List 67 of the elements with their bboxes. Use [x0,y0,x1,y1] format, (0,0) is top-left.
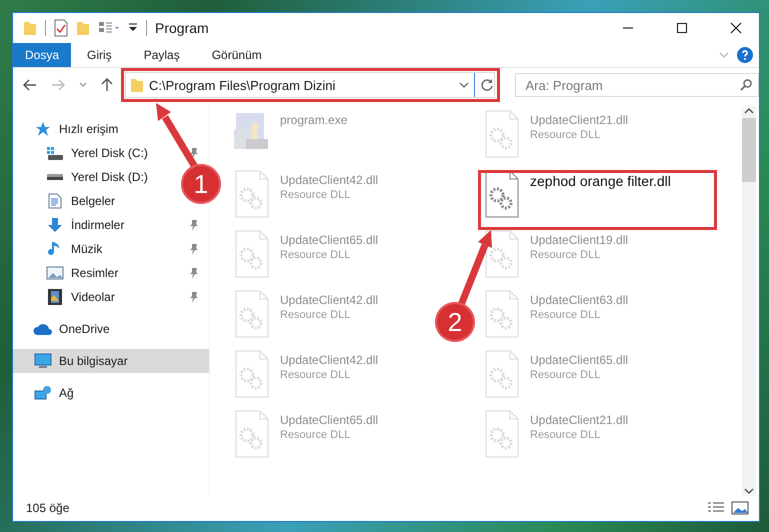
window-title: Program [155,20,210,36]
drive-icon [47,174,63,180]
ribbon-tab[interactable]: Paylaş [128,43,196,67]
file-type: Resource DLL [280,369,352,381]
scroll-down-icon[interactable] [744,486,754,496]
computer-icon [34,353,52,369]
search-field[interactable]: Ara: Program [515,73,759,97]
sidebar-item[interactable]: Müzik [13,237,209,261]
film-strip-icon [47,288,63,306]
sidebar-item[interactable]: Yerel Disk (D:) [13,165,158,189]
annotation-arrow [156,103,198,169]
pin-icon[interactable] [189,219,199,231]
maximize-icon [676,22,688,34]
help-icon[interactable] [737,47,753,63]
sidebar-item[interactable]: Videolar [13,285,209,309]
download-arrow-icon [47,217,63,233]
search-icon [740,79,752,91]
music-note-icon [48,241,62,257]
pin-icon[interactable] [189,267,199,279]
step-number-badge: 1 [181,164,221,204]
network-icon [34,385,52,401]
view-options-icon[interactable] [98,21,120,35]
ribbon-tab[interactable]: Görünüm [196,43,278,67]
sidebar-item[interactable]: Hızlı erişim [13,117,128,141]
ribbon-tab[interactable]: Giriş [71,43,128,67]
close-icon [730,22,742,34]
file-type: Resource DLL [530,429,602,441]
up-arrow-icon[interactable] [101,78,113,92]
sidebar-item[interactable]: İndirmeler [13,213,209,237]
star-icon [35,121,51,137]
sidebar-item[interactable]: Belgeler [13,189,126,213]
folder-icon [130,77,144,93]
sidebar-item[interactable]: Ağ [13,381,84,405]
sidebar-item[interactable]: Yerel Disk (C:) [13,141,209,165]
dropdown-caret-icon[interactable] [459,81,470,89]
document-icon [48,193,62,209]
file-type: Resource DLL [280,249,352,261]
refresh-icon[interactable] [480,78,494,92]
pin-icon[interactable] [189,291,199,303]
file-type: Resource DLL [280,189,352,201]
pin-icon[interactable] [189,243,199,255]
file-type: Resource DLL [530,309,602,321]
folder-icon [23,19,37,37]
drive-icon [46,145,64,161]
recent-caret-icon[interactable] [79,82,87,88]
file-type: Resource DLL [530,369,602,381]
back-arrow-icon[interactable] [23,79,37,91]
sidebar-item[interactable]: OneDrive [13,317,120,341]
scrollbar-thumb[interactable] [742,118,756,182]
ribbon-tab[interactable]: Dosya [13,43,72,67]
properties-icon[interactable] [54,19,68,37]
file-type: Resource DLL [280,309,352,321]
file-type: Resource DLL [530,129,602,141]
sidebar-item[interactable]: Bu bilgisayar [13,349,209,373]
item-count: 105 öğe [26,501,70,515]
large-icons-view-icon[interactable] [731,501,749,515]
address-field[interactable]: C:\Program Files\Program Dizini [125,72,496,98]
pin-icon[interactable] [189,147,199,159]
scroll-up-icon[interactable] [744,106,754,116]
file-type: Resource DLL [280,429,352,441]
picture-icon [46,265,64,281]
cloud-icon [33,322,53,336]
dropdown-caret-icon[interactable] [128,23,138,33]
file-type: Resource DLL [530,249,602,261]
step-number-badge: 2 [435,302,475,342]
sidebar-item[interactable]: Resimler [13,261,209,285]
file-name[interactable]: zephod orange filter.dll [530,169,671,189]
